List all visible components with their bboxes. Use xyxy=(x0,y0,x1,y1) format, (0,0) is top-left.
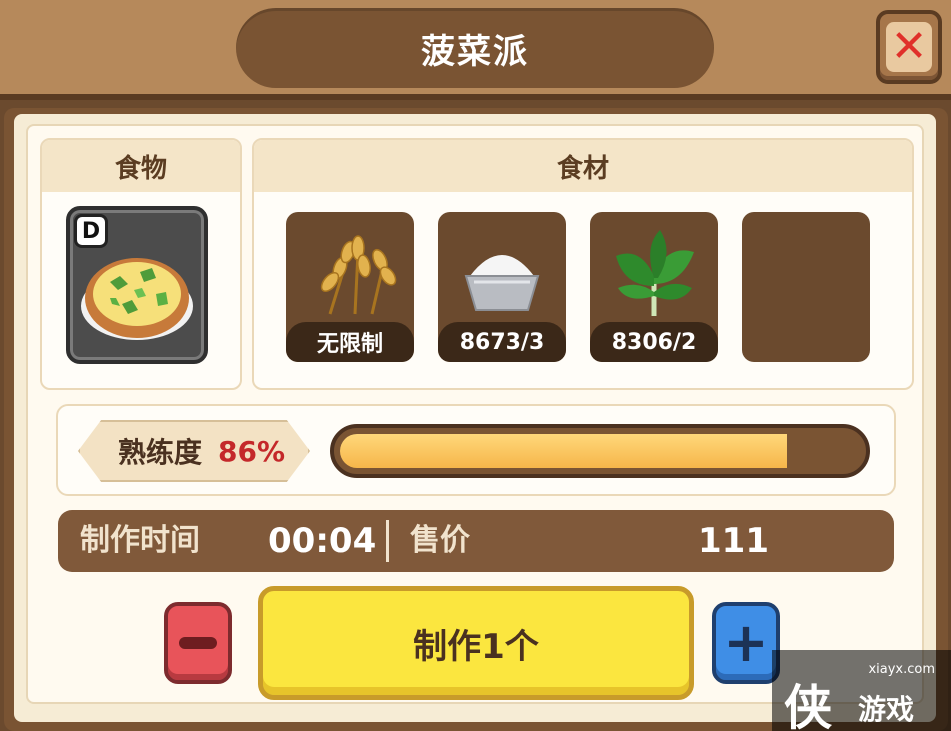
mastery-progress-bar xyxy=(330,424,870,478)
watermark-brand-char: 侠 xyxy=(784,680,833,731)
page-title: 菠菜派 xyxy=(236,8,714,88)
craft-time-value: 00:04 xyxy=(268,521,377,561)
spinach-pie-icon xyxy=(81,258,193,340)
info-bar: 制作时间 00:04 售价 111 xyxy=(58,510,894,572)
food-panel: 食物 D xyxy=(40,138,242,390)
ingredient-slot-flour[interactable]: 8673/3 xyxy=(438,212,566,362)
ingredient-label: 无限制 xyxy=(286,322,414,362)
ingredient-slot-spinach[interactable]: 8306/2 xyxy=(590,212,718,362)
minus-icon xyxy=(179,637,217,649)
price-label: 售价 xyxy=(410,523,470,558)
craft-time-label: 制作时间 xyxy=(80,523,200,558)
ingredient-label: 8306/2 xyxy=(590,322,718,362)
spinach-icon xyxy=(616,230,694,316)
watermark: xiayx.com 侠 游戏 xyxy=(772,650,951,731)
wheat-icon xyxy=(320,235,397,315)
decrease-button[interactable] xyxy=(164,602,232,684)
increase-button[interactable]: + xyxy=(712,602,780,684)
mastery-value: 86% xyxy=(218,434,286,468)
flour-bowl-icon xyxy=(464,255,540,311)
food-panel-title: 食物 xyxy=(42,140,240,192)
ingredient-label: 8673/3 xyxy=(438,322,566,362)
ingredients-panel-title: 食材 xyxy=(254,140,912,192)
close-button[interactable]: ✕ xyxy=(876,10,942,84)
make-button[interactable]: 制作1个 xyxy=(258,586,694,700)
close-icon: ✕ xyxy=(886,22,932,72)
info-divider xyxy=(386,520,389,562)
mastery-progress-fill xyxy=(340,434,787,468)
watermark-site: xiayx.com xyxy=(868,662,935,677)
food-item-slot[interactable]: D xyxy=(66,206,208,364)
mastery-tag: 熟练度 86% xyxy=(78,420,310,482)
ingredient-slot-empty[interactable] xyxy=(742,212,870,362)
price-value: 111 xyxy=(698,521,769,561)
plus-icon: + xyxy=(723,611,769,674)
mastery-label: 熟练度 xyxy=(118,436,203,469)
ingredient-slot-wheat[interactable]: 无限制 xyxy=(286,212,414,362)
watermark-brand-text: 游戏 xyxy=(858,693,915,726)
